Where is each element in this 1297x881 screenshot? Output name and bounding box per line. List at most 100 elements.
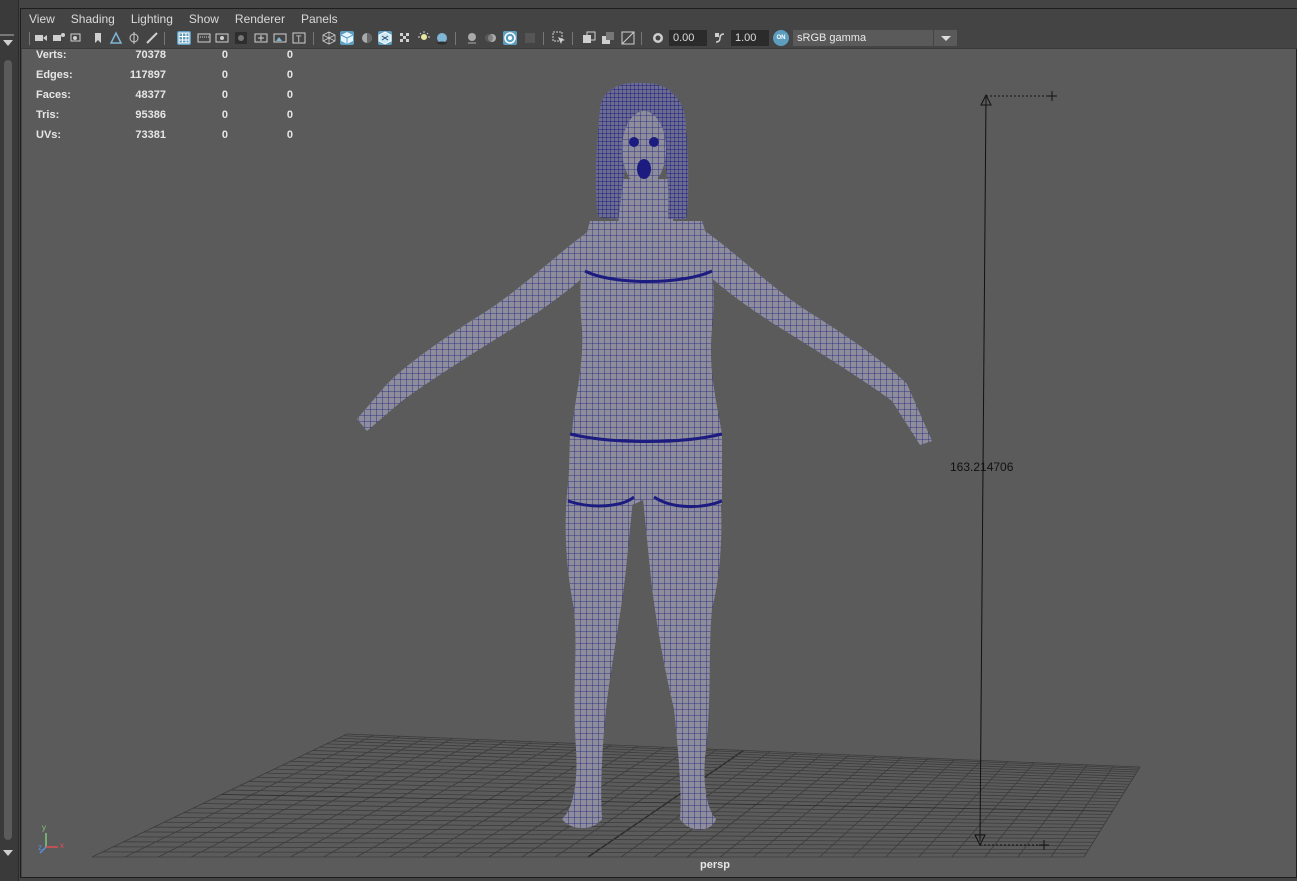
grid-line xyxy=(202,803,1109,819)
view-axis-gizmo xyxy=(39,833,58,854)
exposure-field[interactable]: 0.00 xyxy=(669,30,707,46)
panel-toolbar: T 0.00 1.00 ON sRGB gamma xyxy=(21,29,1297,49)
menu-lighting[interactable]: Lighting xyxy=(123,12,181,26)
gamma-icon[interactable] xyxy=(713,31,727,45)
toolbar-separator xyxy=(164,32,165,45)
select-camera-icon[interactable] xyxy=(34,31,48,45)
grid-line xyxy=(257,739,480,858)
grid-line xyxy=(332,740,1137,773)
grid-line xyxy=(113,846,1089,850)
dock-handle[interactable] xyxy=(0,34,14,36)
camera-attributes-icon[interactable] xyxy=(52,31,66,45)
bookmark-camera-icon[interactable] xyxy=(70,31,84,45)
camera-name-label: persp xyxy=(700,859,730,871)
anti-aliasing-icon[interactable] xyxy=(503,31,517,45)
menu-renderer[interactable]: Renderer xyxy=(227,12,293,26)
isolate-select-icon[interactable] xyxy=(552,31,566,45)
wireframe-icon[interactable] xyxy=(322,31,336,45)
hud-uv: 0 xyxy=(286,129,293,141)
toolbar-separator xyxy=(313,32,314,45)
default-material-icon[interactable] xyxy=(360,31,374,45)
smooth-shade-icon[interactable] xyxy=(340,31,354,45)
menu-shading[interactable]: Shading xyxy=(63,12,123,26)
hud-selected: 0 xyxy=(221,69,228,81)
toolbar-separator xyxy=(455,32,456,45)
xray-icon[interactable] xyxy=(582,31,596,45)
grid-line xyxy=(230,789,1115,809)
toolbar-separator xyxy=(29,32,30,45)
hud-total: 48377 xyxy=(135,89,166,101)
gamma-field[interactable]: 1.00 xyxy=(731,30,769,46)
image-plane-icon[interactable] xyxy=(109,31,123,45)
axis-z-label: z xyxy=(38,843,42,852)
hud-selected: 0 xyxy=(221,129,228,141)
screen-space-ao-icon[interactable] xyxy=(465,31,479,45)
safe-action-icon[interactable] xyxy=(273,31,287,45)
color-management-toggle[interactable]: ON xyxy=(773,30,789,46)
hud-selected: 0 xyxy=(221,89,228,101)
expand-arrow-icon[interactable] xyxy=(3,850,13,856)
exposure-icon[interactable] xyxy=(651,31,665,45)
film-gate-icon[interactable] xyxy=(197,31,211,45)
grid-line xyxy=(157,735,401,858)
grid-line xyxy=(124,734,374,858)
xray-joints-icon[interactable] xyxy=(621,31,635,45)
toolbar-separator xyxy=(572,32,573,45)
distance-value-label: 163.214706 xyxy=(950,460,1014,474)
menu-panels[interactable]: Panels xyxy=(293,12,346,26)
hud-uv: 0 xyxy=(286,89,293,101)
hud-total: 70378 xyxy=(135,49,166,61)
hud-selected: 0 xyxy=(221,109,228,121)
view-transform-dropdown[interactable]: sRGB gamma xyxy=(793,30,933,46)
chevron-down-icon xyxy=(941,36,951,41)
hud-label: Faces: xyxy=(36,89,71,101)
textured-icon[interactable] xyxy=(398,31,412,45)
svg-text:T: T xyxy=(296,34,302,44)
grid-line xyxy=(191,736,427,858)
wireframe-on-shaded-icon[interactable] xyxy=(378,31,392,45)
bookmark-icon[interactable] xyxy=(91,31,105,45)
hud-total: 73381 xyxy=(135,129,166,141)
gate-mask-icon[interactable] xyxy=(234,31,248,45)
axis-y-label: y xyxy=(42,823,46,832)
hud-selected: 0 xyxy=(221,49,228,61)
motion-blur-icon[interactable] xyxy=(484,31,498,45)
field-chart-icon[interactable] xyxy=(254,31,268,45)
hud-label: Verts: xyxy=(36,49,67,61)
hud-label: UVs: xyxy=(36,129,62,141)
grease-pencil-icon[interactable] xyxy=(145,31,159,45)
grid-line xyxy=(164,821,1100,832)
hud-uv: 0 xyxy=(286,69,293,81)
grid-line xyxy=(123,841,1091,847)
menu-show[interactable]: Show xyxy=(181,12,227,26)
toolbar-separator xyxy=(543,32,544,45)
grid-line xyxy=(154,826,1098,836)
grid-line xyxy=(224,738,453,858)
hud-label: Edges: xyxy=(36,69,73,81)
3d-viewport[interactable]: Verts: 70378 0 0 Edges: 117897 0 0 Faces… xyxy=(22,49,1296,877)
xray-active-components-icon[interactable] xyxy=(601,31,615,45)
toolbar-separator xyxy=(641,32,642,45)
grid-icon[interactable] xyxy=(177,31,191,45)
hud-total: 117897 xyxy=(129,69,166,81)
safe-title-icon[interactable]: T xyxy=(292,31,306,45)
grid-line xyxy=(91,733,348,858)
hud-label: Tris: xyxy=(36,109,60,121)
hud-uv: 0 xyxy=(286,109,293,121)
shadows-icon[interactable] xyxy=(435,31,449,45)
grid-line xyxy=(212,798,1111,815)
panel-menubar: View Shading Lighting Show Renderer Pane… xyxy=(21,9,1297,29)
depth-of-field-icon[interactable] xyxy=(523,31,537,45)
use-all-lights-icon[interactable] xyxy=(417,31,431,45)
axis-x-label: x xyxy=(60,841,64,850)
hud-total: 95386 xyxy=(135,109,166,121)
character-mesh[interactable] xyxy=(357,82,932,830)
hud-uv: 0 xyxy=(286,49,293,61)
collapse-arrow-icon[interactable] xyxy=(3,40,13,46)
scene-canvas xyxy=(39,82,1141,858)
view-transform-dropdown-arrow[interactable] xyxy=(933,30,957,46)
2d-pan-zoom-icon[interactable] xyxy=(127,31,141,45)
dock-scrollbar[interactable] xyxy=(4,60,12,840)
resolution-gate-icon[interactable] xyxy=(215,31,229,45)
menu-view[interactable]: View xyxy=(21,12,63,26)
